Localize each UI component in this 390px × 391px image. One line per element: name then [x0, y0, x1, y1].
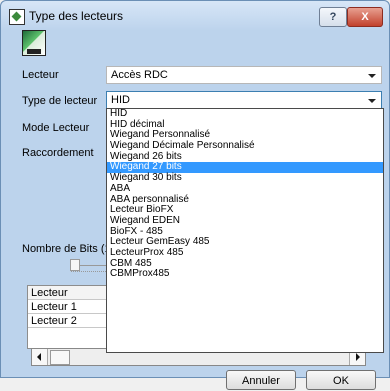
chevron-down-icon[interactable] — [368, 74, 376, 78]
table-row[interactable]: Lecteur 2 — [28, 314, 108, 328]
scroll-thumb[interactable] — [50, 350, 70, 365]
type-lecteur-dropdown-list[interactable]: HID HID décimal Wiegand Personnalisé Wie… — [106, 108, 384, 353]
grid-header-lecteur: Lecteur — [28, 286, 108, 300]
dropdown-option[interactable]: Wiegand 30 bits — [107, 172, 383, 184]
nombre-bits-label: Nombre de Bits (16 — [22, 243, 117, 255]
cancel-button[interactable]: Annuler — [226, 370, 296, 390]
ok-button[interactable]: OK — [306, 370, 376, 390]
scroll-left-icon[interactable] — [32, 349, 48, 365]
title-bar[interactable]: Type des lecteurs ? X — [1, 1, 389, 31]
table-row[interactable]: Lecteur 1 — [28, 300, 108, 314]
help-button[interactable]: ? — [319, 7, 347, 27]
dropdown-option[interactable]: CBMProx485 — [107, 269, 383, 280]
bits-slider-thumb[interactable] — [70, 259, 80, 271]
lecteur-select[interactable]: Accès RDC — [106, 66, 382, 84]
chevron-down-icon[interactable] — [368, 99, 376, 103]
lecteur-label: Lecteur — [22, 69, 59, 81]
window-title: Type des lecteurs — [29, 9, 124, 23]
slider-ticks — [71, 271, 106, 276]
reader-icon — [22, 30, 46, 56]
type-lecteur-select[interactable]: HID — [106, 91, 382, 109]
close-button[interactable]: X — [347, 7, 383, 27]
dropdown-option[interactable]: Wiegand EDEN — [107, 215, 383, 227]
type-lecteur-label: Type de lecteur — [22, 95, 98, 107]
mode-lecteur-label: Mode Lecteur — [22, 122, 90, 134]
dropdown-option[interactable]: ABA — [107, 183, 383, 195]
app-icon — [9, 9, 25, 25]
raccordement-label: Raccordement — [22, 147, 94, 159]
